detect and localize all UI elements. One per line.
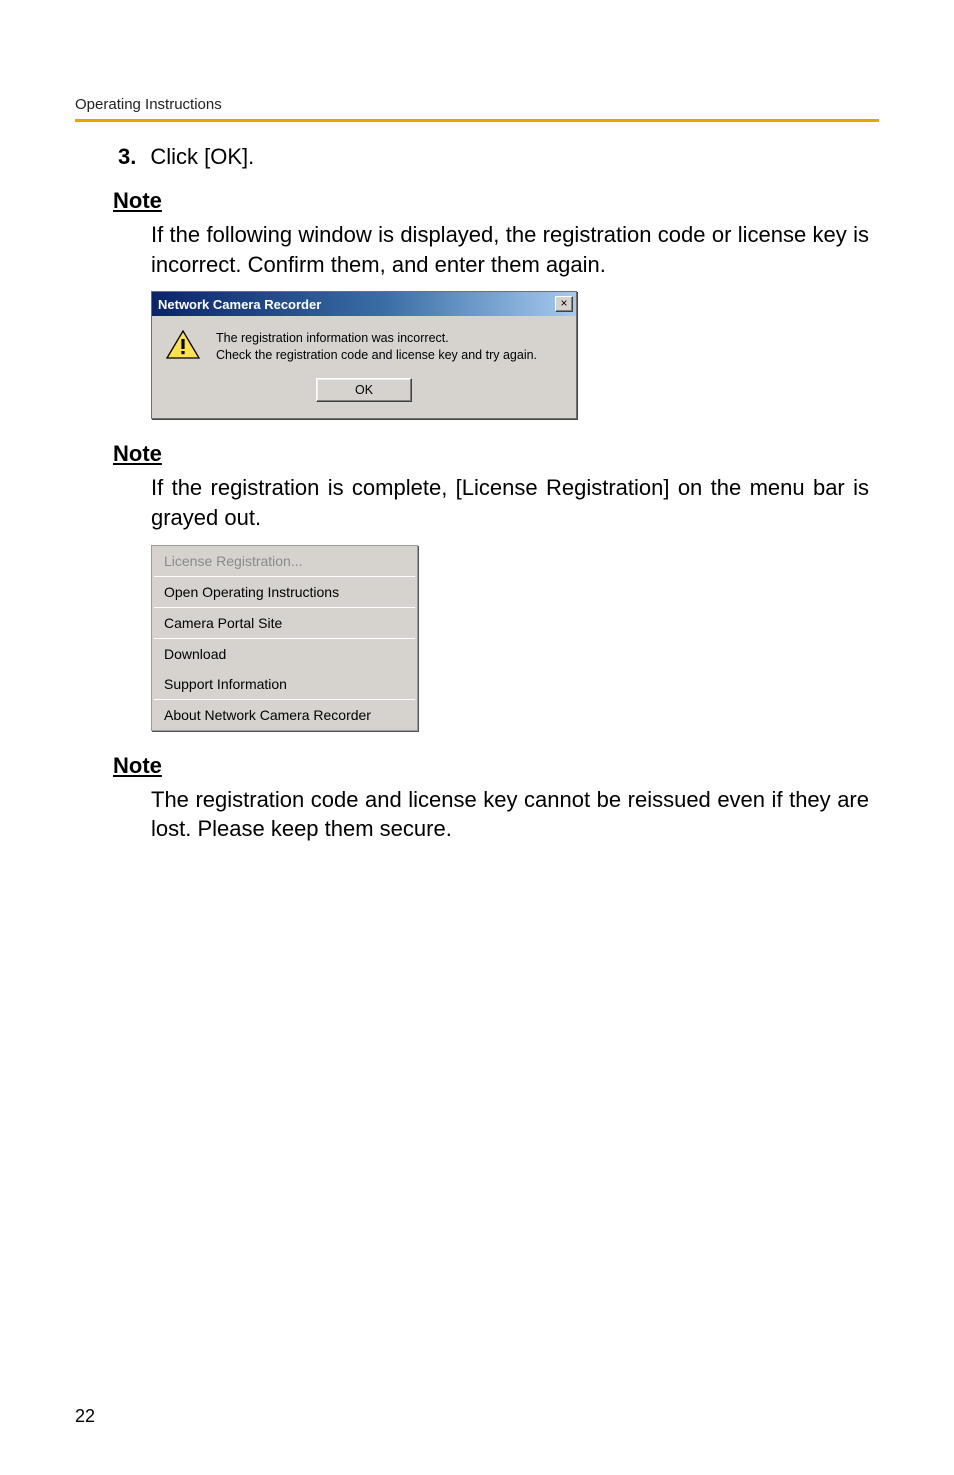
warning-icon <box>166 330 200 360</box>
note-heading-3: Note <box>113 753 879 779</box>
menu-item-download[interactable]: Download <box>152 639 417 669</box>
menu-item-support-information[interactable]: Support Information <box>152 669 417 699</box>
menu-item-about[interactable]: About Network Camera Recorder <box>152 700 417 730</box>
menu-item-camera-portal-site[interactable]: Camera Portal Site <box>152 608 417 638</box>
dialog-message: The registration information was incorre… <box>216 330 537 364</box>
step-3: 3. Click [OK]. <box>118 144 879 170</box>
help-menu: License Registration... Open Operating I… <box>151 545 418 731</box>
menu-item-open-operating-instructions[interactable]: Open Operating Instructions <box>152 577 417 607</box>
dialog-message-line1: The registration information was incorre… <box>216 330 537 347</box>
step-number: 3. <box>118 144 136 170</box>
dialog-title: Network Camera Recorder <box>158 297 321 312</box>
dialog-body: The registration information was incorre… <box>152 316 576 418</box>
accent-rule <box>75 119 879 122</box>
note-body-3: The registration code and license key ca… <box>151 785 869 844</box>
note-heading-1: Note <box>113 188 879 214</box>
menu-item-license-registration: License Registration... <box>152 546 417 576</box>
page-number: 22 <box>75 1406 95 1427</box>
error-dialog: Network Camera Recorder × The registrati… <box>151 291 577 419</box>
ok-button[interactable]: OK <box>316 378 412 402</box>
note-heading-2: Note <box>113 441 879 467</box>
step-text: Click [OK]. <box>150 144 254 170</box>
dialog-titlebar: Network Camera Recorder × <box>152 292 576 316</box>
note-body-1: If the following window is displayed, th… <box>151 220 869 279</box>
dialog-message-line2: Check the registration code and license … <box>216 347 537 364</box>
note-body-2: If the registration is complete, [Licens… <box>151 473 869 532</box>
close-icon[interactable]: × <box>555 296 573 312</box>
header-label: Operating Instructions <box>75 96 879 113</box>
